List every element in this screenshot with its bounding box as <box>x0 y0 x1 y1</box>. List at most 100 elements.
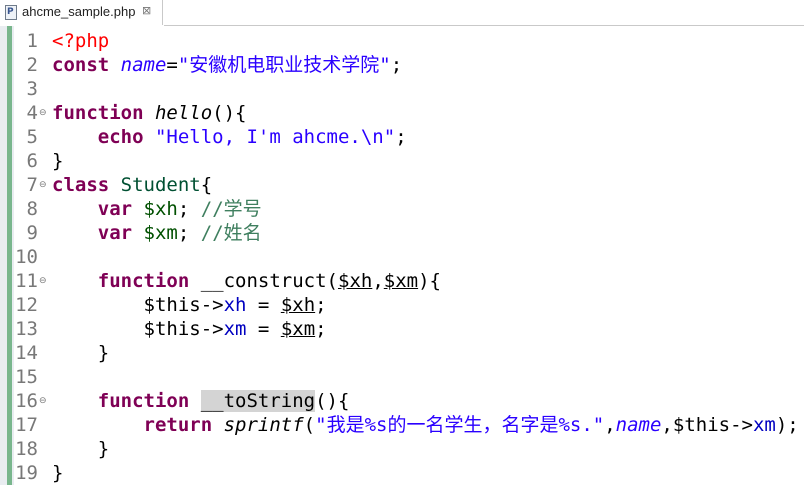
code-text: function __toString(){ <box>52 389 349 413</box>
code-line[interactable]: 13 $this->xm = $xm; <box>0 317 804 341</box>
close-icon[interactable]: ⊠ <box>142 4 151 17</box>
line-number: 10 <box>15 246 38 268</box>
code-token: $this-> <box>143 294 224 316</box>
fold-collapse-icon[interactable]: ⊖ <box>39 389 47 413</box>
code-token: (){ <box>212 102 247 124</box>
code-token: Student <box>120 174 201 196</box>
code-text: class Student{ <box>52 173 212 197</box>
tab-title: ahcme_sample.php <box>22 4 136 19</box>
code-token: //学号 <box>200 198 262 220</box>
code-token: , <box>604 414 616 436</box>
code-text: return sprintf("我是%s的一名学生，名字是%s.",name,$… <box>52 413 799 437</box>
code-text: } <box>52 341 109 365</box>
code-token: sprintf <box>223 414 304 436</box>
code-line[interactable]: 5 echo "Hello, I'm ahcme.\n"; <box>0 125 804 149</box>
code-token: xh <box>223 294 247 316</box>
code-token: } <box>52 150 64 172</box>
code-editor[interactable]: 1 <?php 2 const name="安徽机电职业技术学院"; 3 4 ⊖ functi… <box>0 26 804 485</box>
code-text: var $xh; //学号 <box>52 197 262 221</box>
line-number: 17 <box>15 414 38 436</box>
line-number: 19 <box>15 462 38 484</box>
code-text: } <box>52 461 63 485</box>
code-token: ( <box>303 414 316 436</box>
fold-collapse-icon[interactable]: ⊖ <box>39 101 47 125</box>
code-line[interactable]: 11 ⊖ function __construct($xh,$xm){ <box>0 269 804 293</box>
code-token: const <box>52 54 121 76</box>
line-number: 5 <box>26 126 38 148</box>
code-text: $this->xh = $xh; <box>52 293 327 317</box>
code-line[interactable]: 2 const name="安徽机电职业技术学院"; <box>0 53 804 77</box>
code-token: $xh <box>143 198 178 220</box>
code-token: class <box>52 174 121 196</box>
code-line[interactable]: 15 <box>0 365 804 389</box>
code-token: = <box>166 54 178 76</box>
code-token: ; <box>177 222 201 244</box>
code-token: return <box>143 414 224 436</box>
code-token: $this-> <box>672 414 753 436</box>
code-line[interactable]: 4 ⊖ function hello(){ <box>0 101 804 125</box>
code-line[interactable]: 1 <?php <box>0 29 804 53</box>
code-text: <?php <box>52 29 109 53</box>
code-token: __toString <box>200 390 316 412</box>
line-number: 12 <box>15 294 38 316</box>
code-token: = <box>246 294 281 316</box>
code-line[interactable]: 10 <box>0 245 804 269</box>
tab-ahcme-sample-php[interactable]: P ahcme_sample.php ⊠ <box>0 0 163 25</box>
code-line[interactable]: 17 return sprintf("我是%s的一名学生，名字是%s.",nam… <box>0 413 804 437</box>
code-token: function <box>97 270 201 292</box>
code-token: ; <box>390 54 403 76</box>
line-number: 16 <box>15 390 38 412</box>
php-file-icon: P <box>5 5 17 20</box>
code-token: name <box>615 414 662 436</box>
code-token: echo <box>97 126 155 148</box>
code-line[interactable]: 7 ⊖ class Student{ <box>0 173 804 197</box>
code-line[interactable]: 14 } <box>0 341 804 365</box>
line-number: 3 <box>26 78 38 100</box>
line-number: 18 <box>15 438 38 460</box>
code-text: const name="安徽机电职业技术学院"; <box>52 53 402 77</box>
code-token: ){ <box>418 270 441 292</box>
code-token: } <box>52 462 64 484</box>
code-token: = <box>246 318 281 340</box>
code-line[interactable]: 16 ⊖ function __toString(){ <box>0 389 804 413</box>
code-text: var $xm; //姓名 <box>52 221 262 245</box>
code-line[interactable]: 9 var $xm; //姓名 <box>0 221 804 245</box>
code-line[interactable]: 8 var $xh; //学号 <box>0 197 804 221</box>
code-line[interactable]: 3 <box>0 77 804 101</box>
code-line[interactable]: 6} <box>0 149 804 173</box>
code-token: //姓名 <box>200 222 262 244</box>
code-line[interactable]: 12 $this->xh = $xh; <box>0 293 804 317</box>
code-token: , <box>372 270 384 292</box>
code-token: ; <box>395 126 407 148</box>
editor-tab-bar: P ahcme_sample.php ⊠ <box>0 0 804 26</box>
code-token: $xm <box>143 222 178 244</box>
code-token: $xh <box>338 270 373 292</box>
code-token: function <box>97 390 201 412</box>
fold-collapse-icon[interactable]: ⊖ <box>39 269 47 293</box>
code-token: $xm <box>280 318 316 340</box>
code-token: "我是%s的一名学生，名字是%s." <box>315 414 605 436</box>
line-number: 4 <box>26 102 38 124</box>
code-token: ; <box>315 318 327 340</box>
code-line[interactable]: 18 } <box>0 437 804 461</box>
code-text: function hello(){ <box>52 101 246 125</box>
code-token: $xm <box>383 270 419 292</box>
fold-collapse-icon[interactable]: ⊖ <box>39 173 47 197</box>
code-token: "安徽机电职业技术学院" <box>177 54 391 76</box>
code-text: } <box>52 149 63 173</box>
code-line[interactable]: 19} <box>0 461 804 485</box>
code-token: } <box>97 438 110 460</box>
code-token: name <box>120 54 167 76</box>
code-token: } <box>97 342 110 364</box>
code-text: echo "Hello, I'm ahcme.\n"; <box>52 125 407 149</box>
code-token: xm <box>223 318 247 340</box>
code-token: , <box>661 414 673 436</box>
